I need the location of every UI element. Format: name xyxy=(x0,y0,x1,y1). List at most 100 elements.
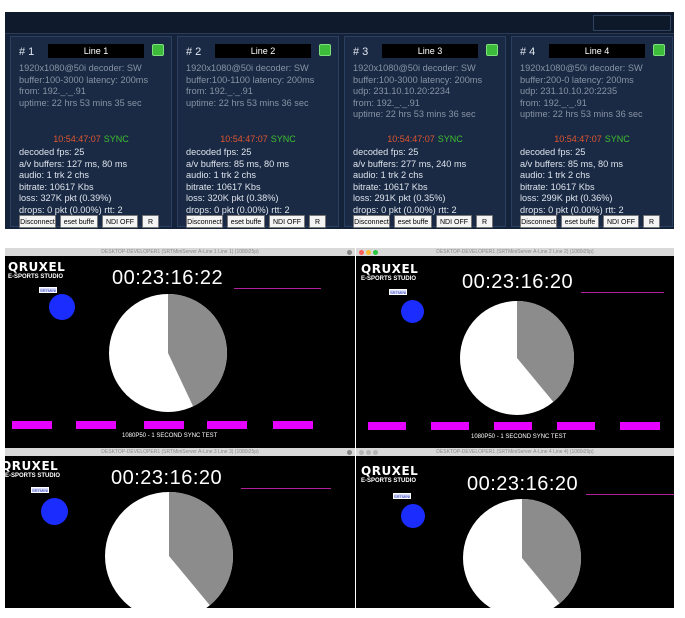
stat-line: loss: 291K pkt (0.35%) xyxy=(353,193,446,204)
status-led-icon xyxy=(152,44,164,56)
sync-flash-dot xyxy=(401,504,425,528)
line-number: # 2 xyxy=(186,46,202,58)
studio-label: E-SPORTS STUDIO xyxy=(361,478,417,484)
line-card-4: # 4 Line 4 1920x1080@50i decoder: SW buf… xyxy=(511,36,673,228)
r-button[interactable]: R xyxy=(309,215,326,228)
test-caption: 1080P50 - 1 SECOND SYNC TEST xyxy=(122,433,218,439)
window-titlebar[interactable]: DESKTOP-DEVELOPER1 (SRTMiniServer A-Line… xyxy=(5,448,355,456)
sync-pie xyxy=(105,492,234,608)
line-name-field[interactable]: Line 1 xyxy=(48,44,144,58)
line-number: # 4 xyxy=(520,46,536,58)
sync-bar xyxy=(620,422,660,430)
stat-line: bitrate: 10617 Kbs xyxy=(19,181,94,192)
ndi-toggle-button[interactable]: NDI OFF xyxy=(436,215,472,228)
disconnect-button[interactable]: Disconnect xyxy=(186,215,223,228)
sync-bar xyxy=(76,421,116,429)
reset-buffer-button[interactable]: eset buffe xyxy=(394,215,432,228)
info-line: udp: 231.10.10.20:2234 xyxy=(353,86,451,96)
stat-line: decoded fps: 25 xyxy=(186,147,252,157)
clock-time: 10:54:47:07 xyxy=(220,134,268,144)
sync-pie xyxy=(460,301,574,415)
progress-line xyxy=(581,292,664,293)
video-monitor-3[interactable]: DESKTOP-DEVELOPER1 (SRTMiniServer A-Line… xyxy=(5,448,355,608)
progress-line xyxy=(234,288,321,289)
source-tag: SRTMINI xyxy=(393,493,411,499)
stream-stats: decoded fps: 25 a/v buffers: 85 ms, 80 m… xyxy=(186,147,290,217)
logo: QRUXEL xyxy=(5,459,59,473)
source-tag: SRTMINI xyxy=(389,289,407,295)
sync-bar xyxy=(494,422,532,430)
info-line: udp: 231.10.10.20:2235 xyxy=(520,86,618,96)
r-button[interactable]: R xyxy=(142,215,159,228)
timecode: 00:23:16:22 xyxy=(112,267,224,289)
video-monitor-2[interactable]: DESKTOP-DEVELOPER1 (SRTMiniServer A-Line… xyxy=(356,248,674,448)
r-button[interactable]: R xyxy=(643,215,660,228)
video-monitor-4[interactable]: DESKTOP-DEVELOPER1 (SRTMiniServer A-Line… xyxy=(356,448,674,608)
test-caption: 1080P50 - 1 SECOND SYNC TEST xyxy=(471,434,567,440)
clock-time: 10:54:47:07 xyxy=(554,134,602,144)
source-tag: SRTMINI xyxy=(31,487,49,493)
window-close-icon[interactable] xyxy=(359,450,364,455)
reset-buffer-button[interactable]: eset buffe xyxy=(227,215,265,228)
decoder-panel: # 1 Line 1 1920x1080@50i decoder: SW buf… xyxy=(5,12,674,229)
info-line: from: 192._._.91 xyxy=(186,86,253,96)
clock-row: 10:54:47:07 SYNC xyxy=(11,134,171,144)
stat-line: bitrate: 10617 Kbs xyxy=(186,181,261,192)
info-line: buffer:200-0 latency: 200ms xyxy=(520,74,634,85)
sync-label: SYNC xyxy=(270,134,296,144)
stat-line: audio: 1 trk 2 chs xyxy=(353,170,423,181)
window-maximize-icon[interactable] xyxy=(373,250,378,255)
ndi-toggle-button[interactable]: NDI OFF xyxy=(269,215,305,228)
reset-buffer-button[interactable]: eset buffe xyxy=(60,215,98,228)
connection-info: 1920x1080@50i decoder: SW buffer:100-300… xyxy=(19,63,148,109)
stat-line: audio: 1 trk 2 chs xyxy=(186,170,256,181)
stat-line: loss: 327K pkt (0.39%) xyxy=(19,193,112,204)
line-name-field[interactable]: Line 3 xyxy=(382,44,478,58)
progress-line xyxy=(241,488,331,489)
window-minimize-icon[interactable] xyxy=(366,450,371,455)
stat-line: loss: 299K pkt (0.36%) xyxy=(520,193,613,204)
toolbar-field[interactable] xyxy=(593,15,671,31)
sync-bar xyxy=(207,421,247,429)
clock-row: 10:54:47:07 SYNC xyxy=(178,134,338,144)
line-name-field[interactable]: Line 2 xyxy=(215,44,311,58)
r-button[interactable]: R xyxy=(476,215,493,228)
sync-label: SYNC xyxy=(103,134,129,144)
timecode: 00:23:16:20 xyxy=(111,467,223,489)
disconnect-button[interactable]: Disconnect xyxy=(353,215,390,228)
source-tag: SRTMINI xyxy=(39,287,57,293)
window-titlebar[interactable]: DESKTOP-DEVELOPER1 (SRTMiniServer A-Line… xyxy=(356,448,674,456)
reset-buffer-button[interactable]: eset buffe xyxy=(561,215,599,228)
sync-flash-dot xyxy=(401,300,424,323)
logo: QRUXEL xyxy=(361,262,419,276)
stat-line: bitrate: 10617 Kbs xyxy=(353,181,428,192)
window-minimize-icon[interactable] xyxy=(366,250,371,255)
ndi-toggle-button[interactable]: NDI OFF xyxy=(603,215,639,228)
timecode: 00:23:16:20 xyxy=(467,473,579,495)
sync-label: SYNC xyxy=(437,134,463,144)
window-titlebar[interactable]: DESKTOP-DEVELOPER1 (SRTMiniServer A-Line… xyxy=(5,248,355,256)
window-titlebar[interactable]: DESKTOP-DEVELOPER1 (SRTMiniServer A-Line… xyxy=(356,248,674,256)
studio-label: E-SPORTS STUDIO xyxy=(8,274,64,280)
window-close-icon[interactable] xyxy=(347,250,352,255)
info-line: buffer:100-1100 latency: 200ms xyxy=(186,74,315,85)
ndi-toggle-button[interactable]: NDI OFF xyxy=(102,215,138,228)
info-line: buffer:100-3000 latency: 200ms xyxy=(19,74,149,85)
stat-line: audio: 1 trk 2 chs xyxy=(520,170,590,181)
window-maximize-icon[interactable] xyxy=(373,450,378,455)
stat-line: a/v buffers: 127 ms, 80 ms xyxy=(19,158,128,169)
logo: QRUXEL xyxy=(361,464,419,478)
stream-stats: decoded fps: 25 a/v buffers: 127 ms, 80 … xyxy=(19,147,127,217)
disconnect-button[interactable]: Disconnect xyxy=(520,215,557,228)
sync-bar xyxy=(144,421,184,429)
line-name-field[interactable]: Line 4 xyxy=(549,44,645,58)
window-close-icon[interactable] xyxy=(347,450,352,455)
stat-line: a/v buffers: 85 ms, 80 ms xyxy=(520,158,623,169)
info-line: 1920x1080@50i decoder: SW xyxy=(19,63,142,73)
stat-line: audio: 1 trk 2 chs xyxy=(19,170,89,181)
window-close-icon[interactable] xyxy=(359,250,364,255)
info-line: from: 192._._.91 xyxy=(19,86,86,96)
video-monitor-1[interactable]: DESKTOP-DEVELOPER1 (SRTMiniServer A-Line… xyxy=(5,248,355,448)
line-card-3: # 3 Line 3 1920x1080@50i decoder: SW buf… xyxy=(344,36,506,228)
disconnect-button[interactable]: Disconnect xyxy=(19,215,56,228)
